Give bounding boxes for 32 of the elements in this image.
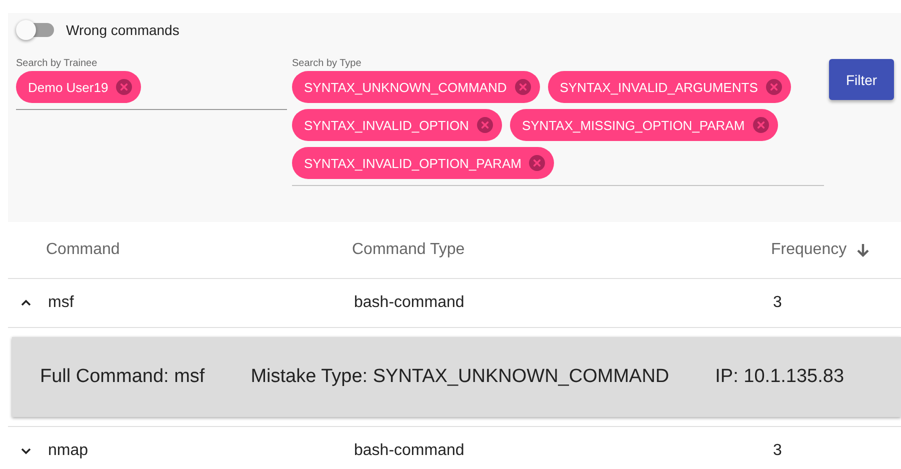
type-chip[interactable]: SYNTAX_INVALID_ARGUMENTS [548, 71, 791, 103]
table-cell: 3 [773, 294, 782, 311]
toggle-label: Wrong commands [66, 22, 180, 38]
field-label: Search by Type [292, 58, 362, 71]
type-field[interactable]: SYNTAX_UNKNOWN_COMMAND SYNTAX_INVALID_ARGUMENTS SYNTAX_INVALID_OPTION SYNTAX_MISSING_OPTION_PARAM SYNTAX_INVALID_OPTION_PARAM [292, 71, 824, 186]
remove-icon[interactable] [529, 155, 546, 171]
detail-text: Full Command: msf [40, 366, 205, 388]
field-label: Search by Trainee [16, 58, 98, 71]
remove-icon[interactable] [476, 117, 493, 133]
table-cell: nmap [48, 442, 88, 460]
remove-icon[interactable] [752, 117, 769, 133]
remove-icon[interactable] [514, 79, 531, 95]
type-chip[interactable]: SYNTAX_INVALID_OPTION_PARAM [292, 147, 554, 179]
trainee-field[interactable]: Demo User19 [16, 71, 287, 110]
toggle-switch[interactable] [18, 23, 54, 37]
table-cell: bash-command [354, 294, 464, 311]
remove-icon[interactable] [766, 79, 782, 95]
table-cell: msf [48, 294, 74, 312]
type-chip[interactable]: SYNTAX_UNKNOWN_COMMAND [292, 71, 540, 103]
type-chip[interactable]: SYNTAX_INVALID_OPTION [292, 109, 502, 141]
remove-icon[interactable] [116, 79, 132, 95]
sort-down-icon[interactable] [854, 242, 871, 258]
detail-text: Mistake Type: SYNTAX_UNKNOWN_COMMAND [250, 366, 670, 388]
column-header[interactable]: Frequency [771, 241, 847, 259]
type-chip[interactable]: SYNTAX_MISSING_OPTION_PARAM [510, 109, 778, 141]
trainee-chip[interactable]: Demo User19 [16, 71, 142, 103]
column-header[interactable]: Command Type [352, 241, 465, 259]
filter-button[interactable]: Filter [829, 59, 894, 100]
detail-text: IP: 10.1.135.83 [715, 366, 844, 388]
table-cell: bash-command [354, 442, 464, 459]
table-cell: 3 [773, 442, 782, 459]
column-header[interactable]: Command [46, 241, 120, 259]
